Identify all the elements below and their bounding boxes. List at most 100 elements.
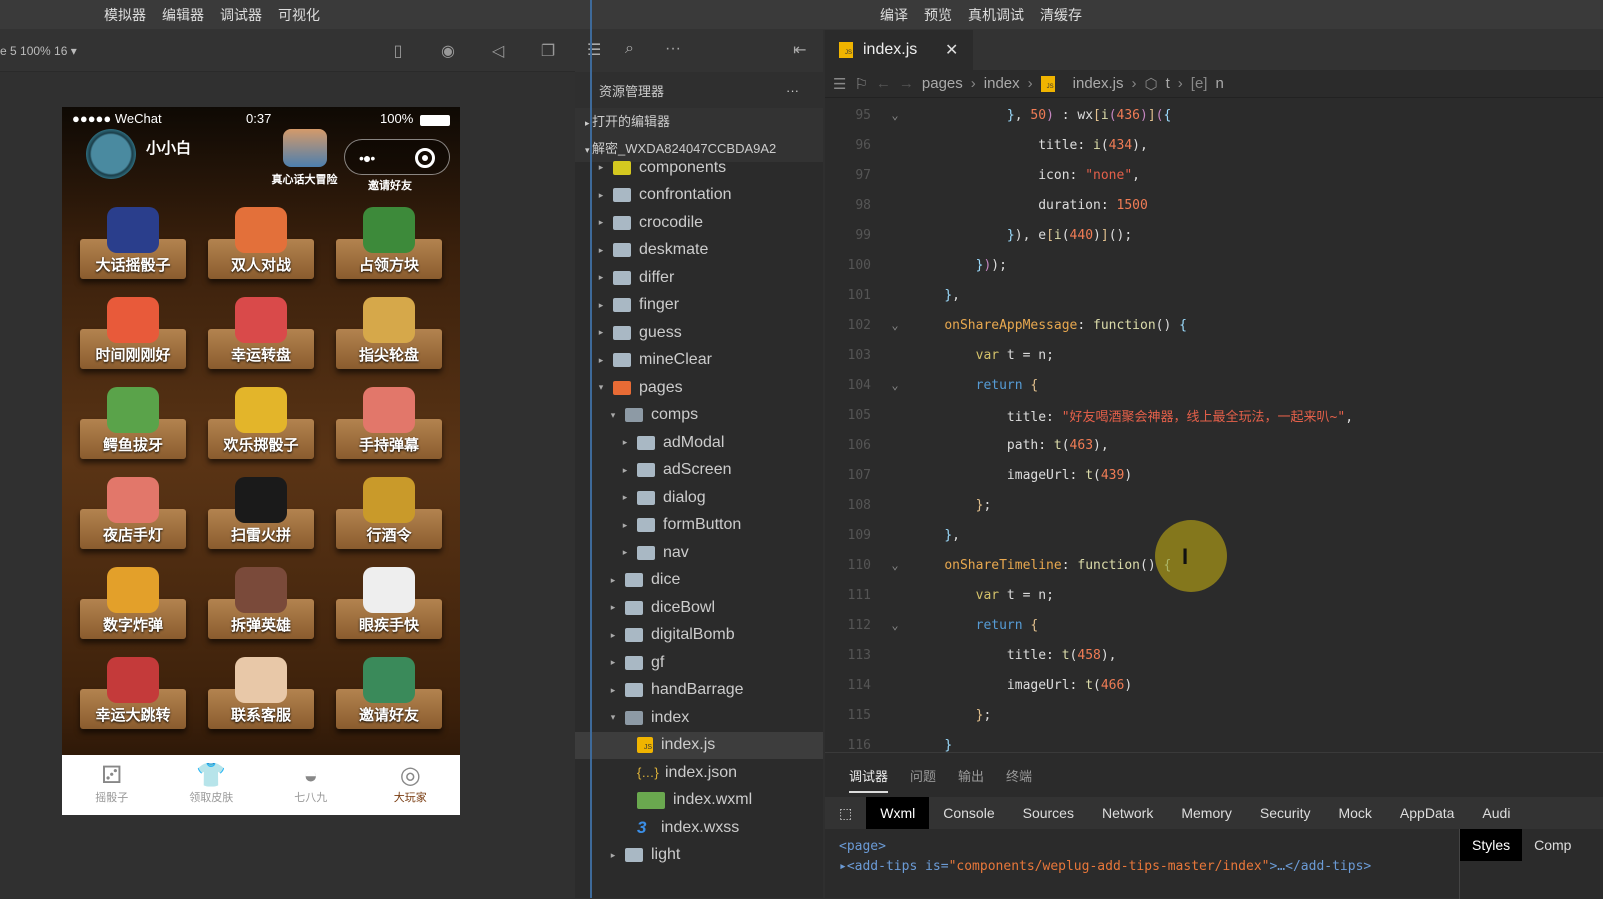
tree-item[interactable]: index.wxml xyxy=(575,787,823,815)
code-line[interactable]: 96 title: i(434), xyxy=(825,130,1603,160)
twisty-icon[interactable]: ▸ xyxy=(607,657,619,668)
tree-item[interactable]: {…} index.json xyxy=(575,759,823,787)
tree-item[interactable]: JS index.js xyxy=(575,731,823,759)
devtools-tab[interactable]: Network xyxy=(1088,797,1167,829)
toolbar-button[interactable]: 编译 xyxy=(880,5,908,25)
fold-chevron-icon[interactable]: ⌄ xyxy=(877,378,913,392)
tree-item[interactable]: ▸ digitalBomb xyxy=(575,622,823,650)
avatar[interactable] xyxy=(86,129,136,179)
code-line[interactable]: 112 ⌄ return { xyxy=(825,610,1603,640)
tree-item[interactable]: ▸ mineClear xyxy=(575,347,823,375)
back-icon[interactable]: ← xyxy=(876,75,891,92)
tree-item[interactable]: ▸ adModal xyxy=(575,429,823,457)
game-tile[interactable]: 幸运大跳转 xyxy=(80,657,186,729)
forward-icon[interactable]: → xyxy=(899,75,914,92)
twisty-icon[interactable]: ▸ xyxy=(595,217,607,228)
game-tile[interactable]: 时间刚刚好 xyxy=(80,297,186,369)
code-line[interactable]: 114 imageUrl: t(466) xyxy=(825,670,1603,700)
menu-item[interactable]: 调试器 xyxy=(220,5,262,25)
twisty-icon[interactable]: ▸ xyxy=(595,355,607,366)
tree-item[interactable]: ▸ dialog xyxy=(575,484,823,512)
menu-item[interactable]: 可视化 xyxy=(278,5,320,25)
game-tile[interactable]: 眼疾手快 xyxy=(336,567,442,639)
twisty-icon[interactable]: ▸ xyxy=(619,520,631,531)
tree-item[interactable]: ▸ confrontation xyxy=(575,182,823,210)
device-select[interactable]: e 5 100% 16 ▾ xyxy=(0,44,77,58)
tree-item[interactable]: ▾ index xyxy=(575,704,823,732)
outline-icon[interactable]: ☰ xyxy=(833,75,846,93)
fold-chevron-icon[interactable]: ⌄ xyxy=(877,108,913,122)
tree-item[interactable]: ▸ formButton xyxy=(575,512,823,540)
code-line[interactable]: 103 var t = n; xyxy=(825,340,1603,370)
devtools-tab[interactable]: Memory xyxy=(1167,797,1246,829)
tree-item[interactable]: ▸ nav xyxy=(575,539,823,567)
twisty-icon[interactable]: ▸ xyxy=(619,437,631,448)
truth-or-dare-button[interactable]: 真心话大冒险 xyxy=(267,129,342,189)
toolbar-button[interactable]: 真机调试 xyxy=(968,5,1024,25)
game-tile[interactable]: 手持弹幕 xyxy=(336,387,442,459)
debug-tab[interactable]: 调试器 xyxy=(849,766,889,793)
collapse-panel-icon[interactable]: ⇤ xyxy=(793,40,806,60)
code-line[interactable]: 108 }; xyxy=(825,490,1603,520)
game-tile[interactable]: 联系客服 xyxy=(208,657,314,729)
tree-item[interactable]: ▸ light xyxy=(575,842,823,870)
twisty-icon[interactable]: ▸ xyxy=(607,630,619,641)
bookmark-icon[interactable]: ⚐ xyxy=(854,75,867,93)
twisty-icon[interactable]: ▾ xyxy=(595,382,607,393)
game-tile[interactable]: 邀请好友 xyxy=(336,657,442,729)
game-tile[interactable]: 占领方块 xyxy=(336,207,442,279)
fold-chevron-icon[interactable]: ⌄ xyxy=(877,558,913,572)
tree-item[interactable]: 3 index.wxss xyxy=(575,814,823,842)
volume-icon[interactable]: ◁ xyxy=(488,42,508,62)
code-line[interactable]: 113 title: t(458), xyxy=(825,640,1603,670)
tab-dice[interactable]: ⚂ 摇骰子 xyxy=(62,755,162,815)
tree-item[interactable]: ▸ gf xyxy=(575,649,823,677)
toolbar-button[interactable]: 清缓存 xyxy=(1040,5,1082,25)
tree-item[interactable]: ▸ handBarrage xyxy=(575,677,823,705)
game-tile[interactable]: 扫雷火拼 xyxy=(208,477,314,549)
breadcrumb-item[interactable]: index xyxy=(984,75,1020,92)
devtools-tab[interactable]: Mock xyxy=(1324,797,1385,829)
code-line[interactable]: 105 title: "好友喝酒聚会神器，线上最全玩法，一起来叭~", xyxy=(825,400,1603,430)
twisty-icon[interactable]: ▸ xyxy=(595,190,607,201)
panel-divider[interactable] xyxy=(590,0,592,898)
tree-item[interactable]: ▸ guess xyxy=(575,319,823,347)
breadcrumb-item[interactable]: pages xyxy=(922,75,963,92)
tree-item[interactable]: ▸ dice xyxy=(575,567,823,595)
devtools-tab[interactable]: Wxml xyxy=(866,797,930,829)
devtools-tab[interactable]: Console xyxy=(929,797,1008,829)
game-tile[interactable]: 指尖轮盘 xyxy=(336,297,442,369)
record-icon[interactable]: ◉ xyxy=(438,42,458,62)
twisty-icon[interactable]: ▾ xyxy=(607,712,619,723)
game-tile[interactable]: 幸运转盘 xyxy=(208,297,314,369)
devtools-tab[interactable]: Security xyxy=(1246,797,1325,829)
code-line[interactable]: 115 }; xyxy=(825,700,1603,730)
devtools-tab[interactable]: Audi xyxy=(1468,797,1524,829)
code-line[interactable]: 95 ⌄ }, 50) : wx[i(436)]({ xyxy=(825,100,1603,130)
breadcrumb-item[interactable]: index.js xyxy=(1073,75,1124,92)
twisty-icon[interactable]: ▸ xyxy=(607,575,619,586)
close-icon[interactable] xyxy=(415,148,435,168)
tree-item[interactable]: ▸ diceBowl xyxy=(575,594,823,622)
styles-tab[interactable]: Styles xyxy=(1460,829,1523,861)
more-icon[interactable]: •●• xyxy=(359,150,375,166)
game-tile[interactable]: 拆弹英雄 xyxy=(208,567,314,639)
inspect-icon[interactable]: ⬚ xyxy=(825,797,866,829)
code-line[interactable]: 97 icon: "none", xyxy=(825,160,1603,190)
devtools-tab[interactable]: Sources xyxy=(1009,797,1088,829)
game-tile[interactable]: 大话摇骰子 xyxy=(80,207,186,279)
tab-ring[interactable]: ◎ 大玩家 xyxy=(361,755,461,815)
debug-tab[interactable]: 输出 xyxy=(958,766,984,785)
twisty-icon[interactable]: ▸ xyxy=(595,272,607,283)
breadcrumb-item[interactable]: n xyxy=(1215,75,1223,92)
tab-bowl[interactable]: ◒ 七八九 xyxy=(261,755,361,815)
mini-program-capsule[interactable]: •●• xyxy=(344,139,450,175)
code-line[interactable]: 111 var t = n; xyxy=(825,580,1603,610)
game-tile[interactable]: 双人对战 xyxy=(208,207,314,279)
close-tab-icon[interactable]: ✕ xyxy=(945,40,958,60)
code-line[interactable]: 98 duration: 1500 xyxy=(825,190,1603,220)
code-area[interactable]: 95 ⌄ }, 50) : wx[i(436)]({96 title: i(434… xyxy=(825,98,1603,760)
explorer-more-icon[interactable]: ··· xyxy=(786,83,799,98)
tree-item[interactable]: ▸ deskmate xyxy=(575,237,823,265)
code-line[interactable]: 106 path: t(463), xyxy=(825,430,1603,460)
